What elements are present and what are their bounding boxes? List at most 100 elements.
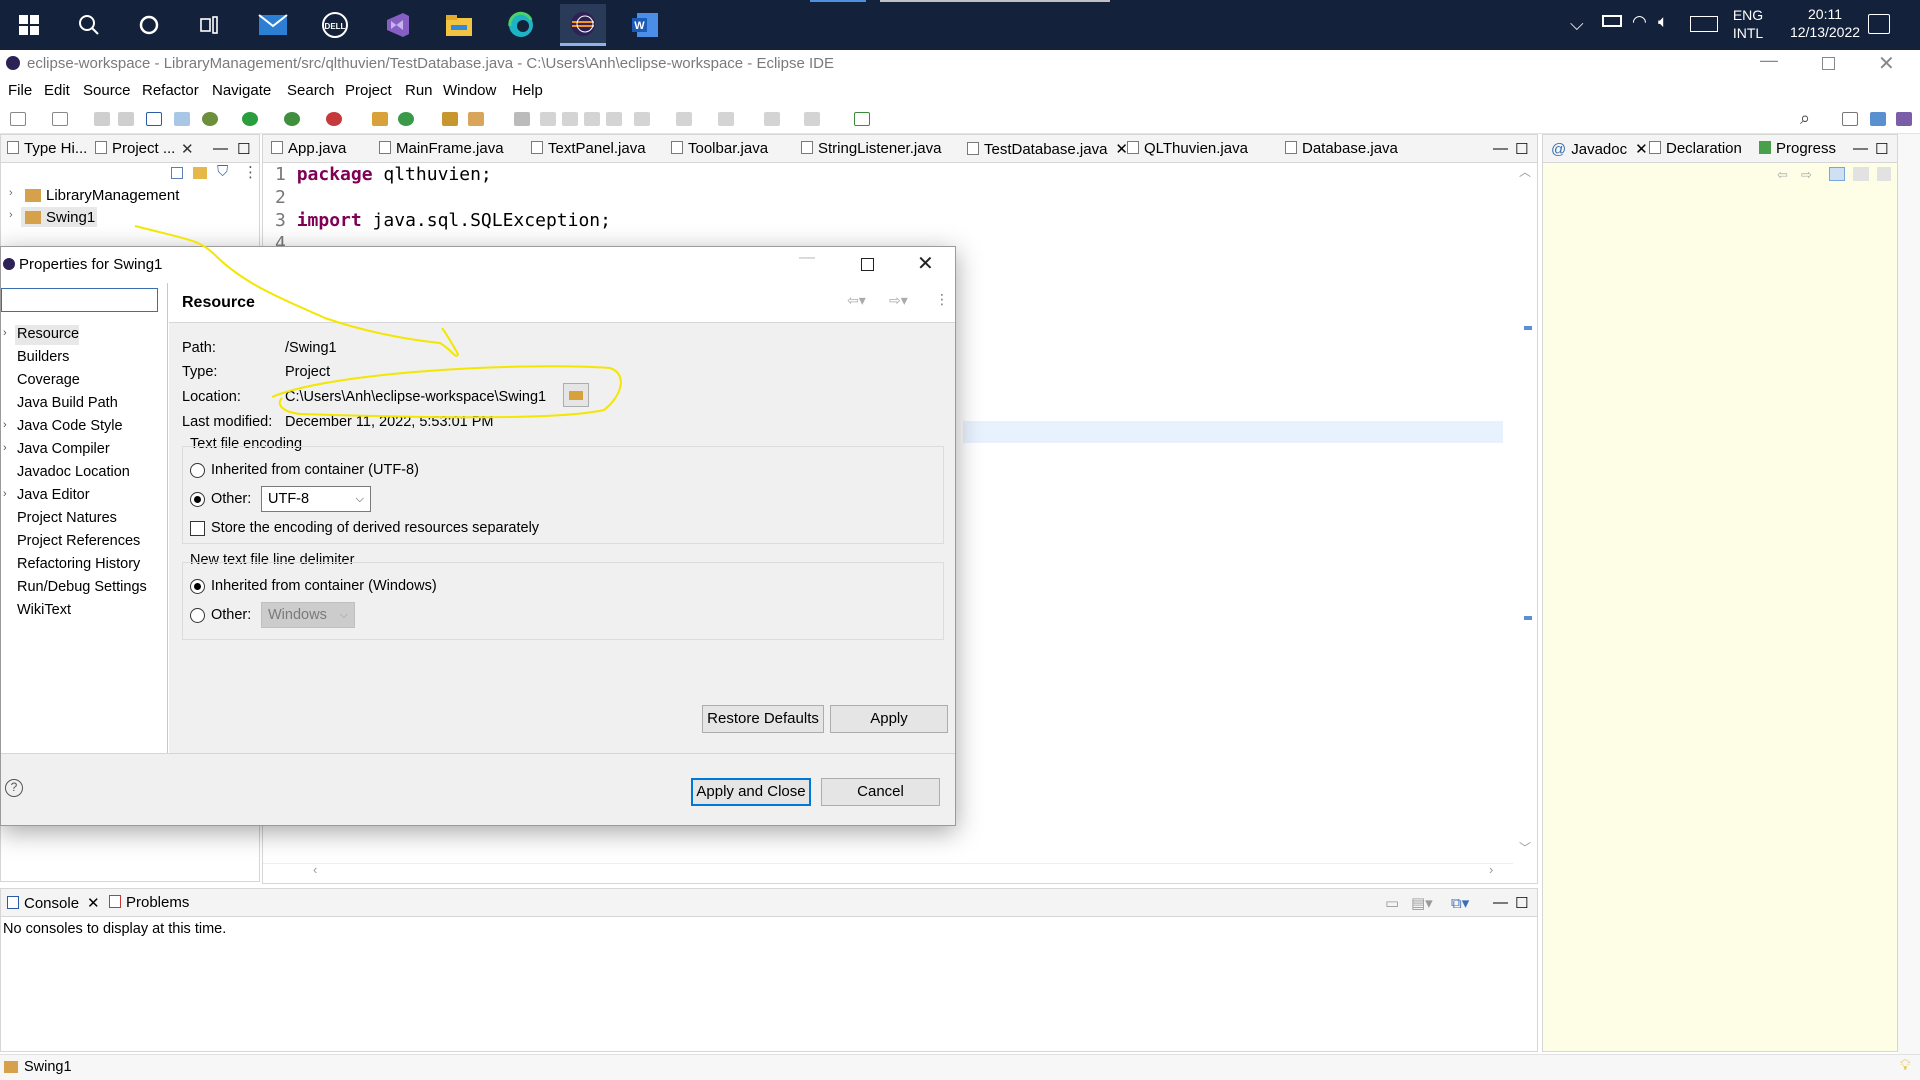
delimiter-inherited-radio[interactable] (190, 579, 205, 594)
show-in-explorer-button[interactable] (563, 383, 589, 407)
expand-chevron-icon-2[interactable]: › (9, 209, 13, 221)
encoding-other-radio[interactable] (190, 492, 205, 507)
nav-item-run-debug-settings[interactable]: Run/Debug Settings (17, 579, 147, 595)
restore-defaults-button[interactable]: Restore Defaults (702, 705, 824, 733)
cortana-icon[interactable] (126, 4, 172, 46)
battery-icon[interactable] (1602, 15, 1622, 27)
file-explorer-icon[interactable] (436, 4, 482, 46)
expand-chevron-icon[interactable]: › (9, 187, 13, 199)
link-editor-icon[interactable] (193, 167, 207, 179)
collapse-all-icon[interactable] (171, 167, 183, 179)
tab-qlthuvien-java[interactable]: QLThuvien.java (1127, 140, 1248, 157)
visual-studio-icon[interactable] (374, 4, 420, 46)
forward-icon[interactable]: ⇨ (1801, 167, 1812, 183)
tab-progress[interactable]: Progress (1759, 140, 1836, 157)
scroll-up-icon[interactable]: ︿ (1519, 163, 1531, 180)
terminal-icon[interactable] (146, 112, 162, 126)
wifi-icon[interactable]: ◠ (1632, 12, 1647, 32)
nav-item-java-compiler[interactable]: Java Compiler (17, 441, 110, 457)
windows-start-icon[interactable] (6, 4, 52, 46)
menu-refactor[interactable]: Refactor (142, 82, 199, 99)
tab-project-explorer[interactable]: Project ... (95, 140, 175, 157)
help-icon[interactable]: ? (5, 779, 23, 797)
close-tab-icon[interactable]: ✕ (1635, 141, 1648, 158)
display-console-icon[interactable]: ▤▾ (1411, 894, 1433, 912)
back-icon[interactable]: ⇦▾ (847, 292, 866, 309)
tab-textpanel-java[interactable]: TextPanel.java (531, 140, 646, 157)
menu-edit[interactable]: Edit (44, 82, 70, 99)
forward-icon[interactable]: ⇨▾ (889, 292, 908, 309)
tab-toolbar-java[interactable]: Toolbar.java (671, 140, 768, 157)
coverage-icon[interactable] (284, 112, 300, 126)
close-window-icon[interactable]: ✕ (1878, 51, 1895, 76)
maximize-icon[interactable] (861, 258, 874, 271)
search-toolbar-icon[interactable]: ⌕ (1800, 108, 1810, 129)
tree-item-librarymanagement[interactable]: LibraryManagement (46, 187, 179, 204)
scroll-right-icon[interactable]: › (1489, 862, 1493, 877)
minimize-icon[interactable]: — (799, 249, 815, 267)
nav-item-builders[interactable]: Builders (17, 349, 69, 365)
store-encoding-checkbox[interactable] (190, 521, 205, 536)
lightbulb-icon[interactable]: 💡︎ (1900, 1057, 1911, 1074)
prev-annotation-icon[interactable] (676, 112, 692, 126)
nav-item-resource[interactable]: Resource (17, 326, 79, 342)
clock[interactable]: 20:11 12/13/2022 (1780, 5, 1870, 41)
minimize-view-icon[interactable]: — (1853, 140, 1868, 157)
save-all-icon[interactable] (118, 112, 134, 126)
maximize-view-icon[interactable]: ☐ (237, 140, 250, 158)
nav-item-project-natures[interactable]: Project Natures (17, 510, 117, 526)
delimiter-select[interactable]: Windows ⌵ (261, 602, 355, 628)
nav-item-java-code-style[interactable]: Java Code Style (17, 418, 123, 434)
chevron-up-icon[interactable]: ⌵ (1570, 14, 1584, 35)
volume-icon[interactable]: 🔈︎ (1658, 12, 1668, 32)
dell-app-icon[interactable]: DELL (312, 4, 358, 46)
input-language[interactable]: ENG INTL (1728, 6, 1768, 42)
nav-item-coverage[interactable]: Coverage (17, 372, 80, 388)
maximize-view-icon[interactable]: ☐ (1515, 140, 1528, 158)
search-icon[interactable] (66, 4, 112, 46)
debug-icon[interactable] (202, 112, 218, 126)
toggle-block-icon[interactable] (562, 112, 578, 126)
minimize-view-icon[interactable]: — (1493, 894, 1508, 911)
vertical-scrollbar[interactable]: ︿ ﹀ (1515, 163, 1535, 857)
open-console-icon[interactable]: ⧉▾ (1451, 894, 1469, 912)
tab-testdatabase-java[interactable]: TestDatabase.java ✕ (967, 140, 1128, 158)
open-input-icon[interactable] (1853, 167, 1869, 181)
open-type-icon[interactable] (52, 112, 68, 126)
scroll-down-icon[interactable]: ﹀ (1519, 839, 1531, 856)
last-edit-icon[interactable] (718, 112, 734, 126)
minimize-view-icon[interactable]: — (1493, 140, 1508, 157)
keyboard-icon[interactable] (1690, 16, 1718, 32)
tab-console[interactable]: Console ✕ (7, 894, 100, 912)
close-tab-icon[interactable]: ✕ (181, 140, 194, 158)
apply-button[interactable]: Apply (830, 705, 948, 733)
edge-browser-icon[interactable] (498, 4, 544, 46)
restore-window-icon[interactable] (1822, 57, 1835, 70)
open-project-icon[interactable] (442, 112, 458, 126)
open-perspective-icon[interactable] (1842, 112, 1858, 126)
menu-search[interactable]: Search (287, 82, 335, 99)
tab-stringlistener-java[interactable]: StringListener.java (801, 140, 941, 157)
link-selection-icon[interactable] (1829, 167, 1845, 181)
debug-perspective-icon[interactable] (1896, 112, 1912, 126)
apply-and-close-button[interactable]: Apply and Close (691, 778, 811, 806)
expand-chevron-icon-2[interactable]: › (3, 419, 7, 431)
back-icon[interactable] (764, 112, 780, 126)
forward-icon[interactable] (804, 112, 820, 126)
view-menu-icon[interactable]: ⋮ (935, 291, 949, 308)
toggle-mark-icon[interactable] (540, 112, 556, 126)
scroll-left-icon[interactable]: ‹ (313, 862, 317, 877)
nav-item-java-editor[interactable]: Java Editor (17, 487, 90, 503)
menu-project[interactable]: Project (345, 82, 392, 99)
pin-editor-icon[interactable] (854, 112, 870, 126)
minimize-icon[interactable]: — (1760, 50, 1778, 71)
horizontal-scrollbar[interactable]: ‹ › (263, 862, 1513, 879)
maximize-view-icon[interactable]: ☐ (1515, 894, 1528, 912)
tab-problems[interactable]: Problems (109, 894, 189, 911)
filter-input[interactable] (1, 288, 158, 312)
menu-run[interactable]: Run (405, 82, 433, 99)
mail-app-icon[interactable] (250, 4, 296, 46)
filter-icon[interactable]: ⛉ (217, 163, 228, 180)
expand-chevron-icon-3[interactable]: › (3, 442, 7, 454)
java-perspective-icon[interactable] (1870, 112, 1886, 126)
